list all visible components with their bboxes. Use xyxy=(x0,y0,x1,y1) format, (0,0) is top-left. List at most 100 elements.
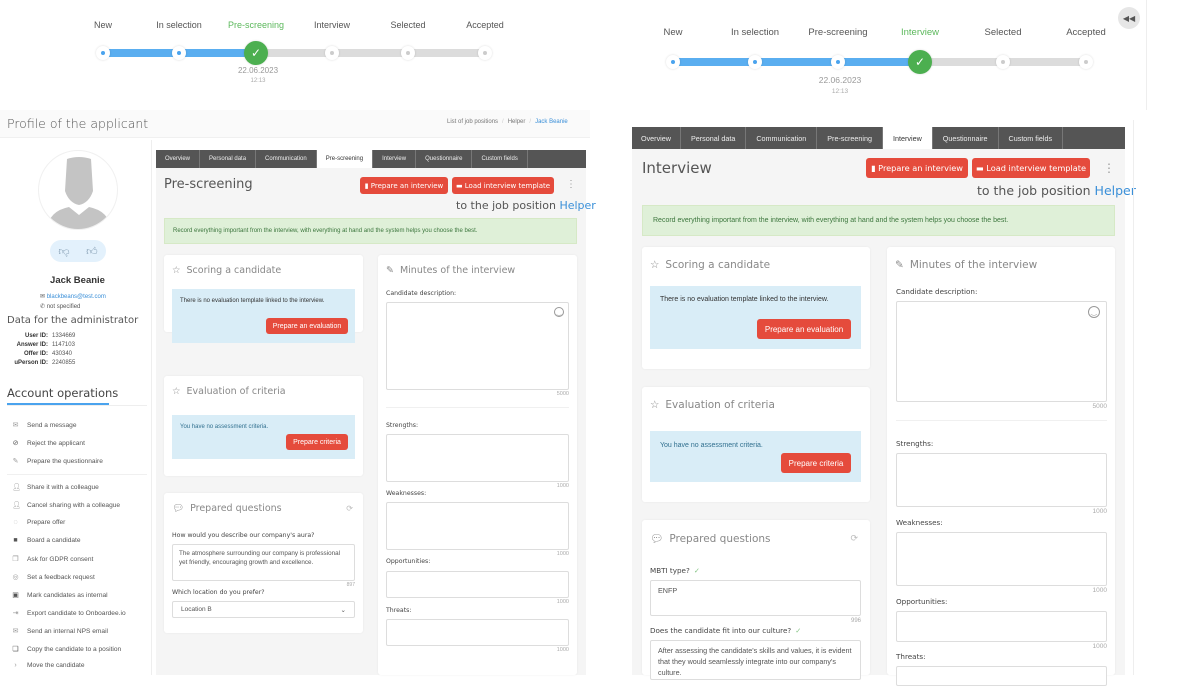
collapse-rewind-icon[interactable]: ◀◀ xyxy=(1118,7,1140,29)
question-label: Which location do you prefer? xyxy=(172,589,265,596)
tab-communication[interactable]: Communication xyxy=(256,150,317,168)
step-new[interactable]: New xyxy=(663,27,682,38)
op-mark-internal[interactable]: ▣ Mark candidates as internal xyxy=(12,591,107,600)
op-cancel-sharing[interactable]: 👤︎ Cancel sharing with a colleague xyxy=(12,501,120,510)
scoring-alert: There is no evaluation template linked t… xyxy=(172,289,355,343)
step-selected[interactable]: Selected xyxy=(985,27,1022,38)
title-text: Scoring a candidate xyxy=(665,259,771,271)
folder-icon: ▬ xyxy=(975,163,987,173)
step-accepted[interactable]: Accepted xyxy=(466,20,504,30)
threats-textarea[interactable] xyxy=(896,666,1107,686)
applicant-email[interactable]: blackbeans@test.com xyxy=(47,294,106,300)
question-answer-textarea[interactable]: ENFP xyxy=(650,580,861,616)
op-prepare-offer[interactable]: ◌ Prepare offer xyxy=(12,519,65,526)
prepare-evaluation-button[interactable]: Prepare an evaluation xyxy=(757,319,851,339)
more-options-icon[interactable]: ⋮ xyxy=(566,179,576,190)
prepare-evaluation-button[interactable]: Prepare an evaluation xyxy=(266,318,348,334)
button-label: Prepare an interview xyxy=(370,181,444,190)
edit-icon: ✎ xyxy=(12,458,19,465)
tab-questionnaire[interactable]: Questionnaire xyxy=(416,150,473,168)
job-position-link[interactable]: Helper xyxy=(559,199,595,212)
card-title: ☆ Evaluation of criteria xyxy=(172,386,286,397)
breadcrumb-applicant[interactable]: Jack Beanie xyxy=(535,119,568,125)
job-position-link[interactable]: Helper xyxy=(1095,183,1136,198)
step-pre-screening[interactable]: Pre-screening xyxy=(808,27,867,38)
candidate-description-textarea[interactable] xyxy=(386,302,569,390)
tab-overview[interactable]: Overview xyxy=(156,150,201,168)
step-node xyxy=(666,55,680,69)
tab-pre-screening[interactable]: Pre-screening xyxy=(817,127,884,149)
strengths-textarea[interactable] xyxy=(896,453,1107,507)
thumbs-up-icon[interactable]: 👍︎ xyxy=(86,245,98,258)
load-template-button[interactable]: ▬ Load interview template xyxy=(452,177,554,194)
step-accepted[interactable]: Accepted xyxy=(1066,27,1106,38)
emoji-icon[interactable]: ‿ xyxy=(554,307,564,317)
briefcase-icon: ■ xyxy=(13,537,18,544)
tab-questionnaire[interactable]: Questionnaire xyxy=(933,127,999,149)
divider xyxy=(1146,0,1147,110)
user-plus-icon: 👤︎ xyxy=(12,484,21,491)
check-icon: ✓ xyxy=(244,41,268,65)
account-operations-title: Account operations xyxy=(7,386,119,400)
prepare-criteria-button[interactable]: Prepare criteria xyxy=(781,453,851,473)
opportunities-textarea[interactable] xyxy=(896,611,1107,642)
op-feedback-request[interactable]: ◎ Set a feedback request xyxy=(12,573,94,582)
op-share-colleague[interactable]: 👤︎ Share it with a colleague xyxy=(12,483,99,492)
tab-communication[interactable]: Communication xyxy=(746,127,818,149)
op-prepare-questionnaire[interactable]: ✎ Prepare the questionnaire xyxy=(12,457,103,466)
prepare-interview-button[interactable]: ▮ Prepare an interview xyxy=(360,177,448,194)
step-in-selection[interactable]: In selection xyxy=(156,20,202,30)
field-label: Strengths: xyxy=(386,422,419,429)
step-new[interactable]: New xyxy=(94,20,112,30)
minutes-card: ✎ Minutes of the interview Candidate desc… xyxy=(378,255,577,675)
breadcrumb-helper[interactable]: Helper xyxy=(508,119,526,125)
panel-title: Interview xyxy=(642,159,712,177)
refresh-icon[interactable]: ⟳ xyxy=(850,533,858,544)
op-copy-candidate[interactable]: ❏ Copy the candidate to a position xyxy=(12,645,121,654)
op-label: Share it with a colleague xyxy=(27,483,99,491)
prepare-interview-button[interactable]: ▮ Prepare an interview xyxy=(866,158,968,178)
tab-interview[interactable]: Interview xyxy=(883,127,933,149)
op-gdpr-consent[interactable]: ❐ Ask for GDPR consent xyxy=(12,555,93,564)
tab-custom-fields[interactable]: Custom fields xyxy=(999,127,1064,149)
step-pre-screening[interactable]: Pre-screening xyxy=(228,20,284,30)
strengths-textarea[interactable] xyxy=(386,434,569,482)
check-icon: ✓ xyxy=(908,50,932,74)
step-selected[interactable]: Selected xyxy=(390,20,425,30)
step-node xyxy=(1079,55,1093,69)
ban-icon: ⊘ xyxy=(12,440,19,447)
question-answer-textarea[interactable]: After assessing the candidate's skills a… xyxy=(650,640,861,680)
phone-row: ✆ not specified xyxy=(40,303,80,310)
tab-interview[interactable]: Interview xyxy=(373,150,417,168)
tab-personal-data[interactable]: Personal data xyxy=(200,150,257,168)
tab-custom-fields[interactable]: Custom fields xyxy=(472,150,528,168)
op-reject-applicant[interactable]: ⊘ Reject the applicant xyxy=(12,439,85,448)
tab-personal-data[interactable]: Personal data xyxy=(681,127,747,149)
load-template-button[interactable]: ▬ Load interview template xyxy=(972,158,1090,178)
tab-pre-screening[interactable]: Pre-screening xyxy=(316,150,374,168)
weaknesses-textarea[interactable] xyxy=(896,532,1107,586)
op-board-candidate[interactable]: ■ Board a candidate xyxy=(12,537,80,544)
step-in-selection[interactable]: In selection xyxy=(731,27,779,38)
location-select[interactable]: Location B ⌄ xyxy=(172,601,355,618)
op-move-candidate[interactable]: › Move the candidate xyxy=(12,662,84,669)
op-export-onboardee[interactable]: ⇥ Export candidate to Onboardee.io xyxy=(12,609,126,618)
prepare-criteria-button[interactable]: Prepare criteria xyxy=(286,434,348,450)
candidate-description-textarea[interactable] xyxy=(896,301,1107,402)
thumbs-down-icon[interactable]: 👎︎ xyxy=(58,245,69,258)
op-send-message[interactable]: ✉ Send a message xyxy=(12,421,77,430)
op-nps-email[interactable]: ✉ Send an internal NPS email xyxy=(12,627,108,636)
more-options-icon[interactable]: ⋮ xyxy=(1103,161,1115,175)
threats-textarea[interactable] xyxy=(386,619,569,646)
star-icon: ☆ xyxy=(172,386,181,397)
tab-overview[interactable]: Overview xyxy=(632,127,681,149)
refresh-icon[interactable]: ⟳ xyxy=(346,504,353,513)
opportunities-textarea[interactable] xyxy=(386,571,569,598)
edit-icon: ✎ xyxy=(386,265,394,276)
breadcrumb-job-positions[interactable]: List of job positions xyxy=(447,119,498,125)
emoji-icon[interactable]: ‿ xyxy=(1088,306,1100,318)
step-interview[interactable]: Interview xyxy=(314,20,350,30)
question-answer-textarea[interactable]: The atmosphere surrounding our company i… xyxy=(172,544,355,581)
weaknesses-textarea[interactable] xyxy=(386,502,569,550)
step-interview[interactable]: Interview xyxy=(901,27,939,38)
